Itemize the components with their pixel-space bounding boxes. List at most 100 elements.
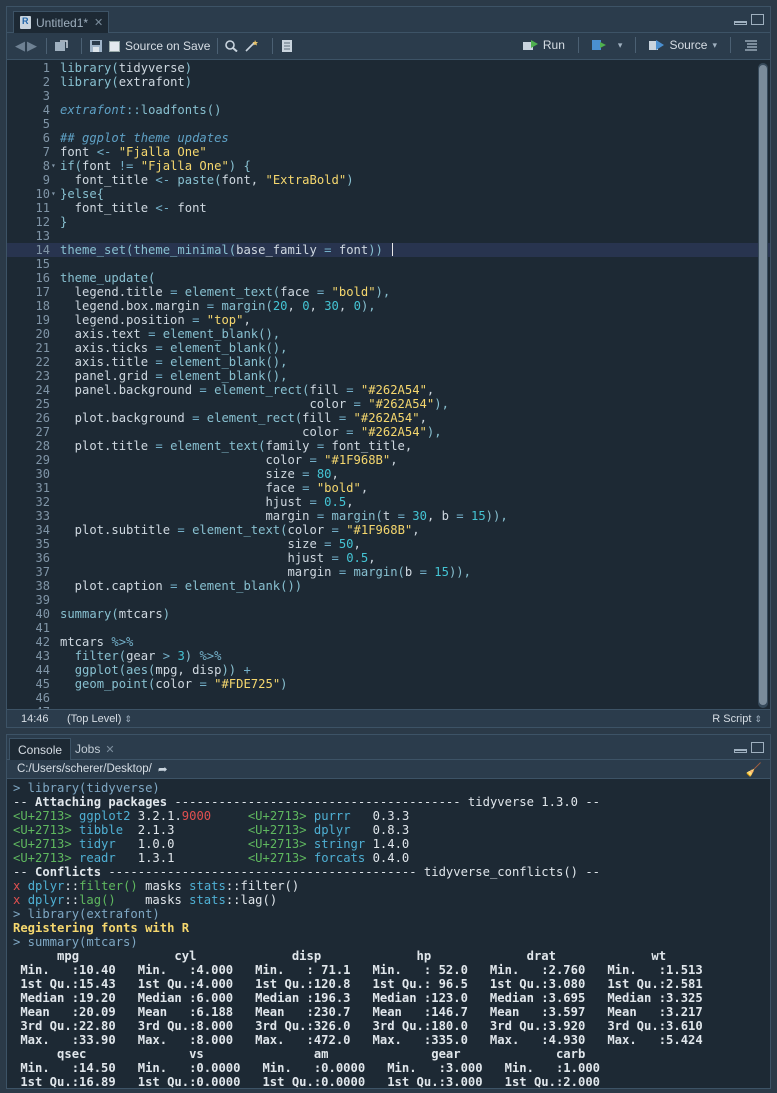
pane-controls — [734, 14, 764, 25]
console-line: -- Conflicts ---------------------------… — [13, 865, 601, 879]
compile-report-icon[interactable] — [280, 40, 294, 52]
toolbar-separator — [730, 37, 731, 53]
scrollbar-thumb[interactable] — [759, 65, 767, 705]
tab-console[interactable]: Console — [9, 738, 72, 760]
code-line[interactable]: 32 hjust = 0.5, — [7, 495, 770, 509]
line-number: 12 — [35, 215, 50, 229]
code-line[interactable]: 19 legend.position = "top", — [7, 313, 770, 327]
document-outline-icon[interactable] — [744, 39, 758, 51]
code-text: hjust = 0.5, — [60, 495, 354, 509]
code-line[interactable]: 38 plot.caption = element_blank()) — [7, 579, 770, 593]
code-line[interactable]: 11 font_title <- font — [7, 201, 770, 215]
file-type-label: R Script — [712, 712, 752, 725]
console-pane: Console Jobs ✕ C:/Users/scherer/Desktop/… — [6, 734, 771, 1089]
maximize-pane-icon[interactable] — [751, 14, 764, 25]
code-line[interactable]: 40 summary(mtcars) — [7, 607, 770, 621]
close-jobs-tab-icon[interactable]: ✕ — [105, 743, 114, 756]
code-line[interactable]: 43 filter(gear > 3) %>% — [7, 649, 770, 663]
line-number: 11 — [35, 201, 50, 215]
working-directory-path[interactable]: C:/Users/scherer/Desktop/ — [17, 763, 152, 775]
search-icon[interactable] — [225, 40, 239, 52]
code-line[interactable]: 10 ▾}else{ — [7, 187, 770, 201]
file-type-selector[interactable]: R Script ⇕ — [712, 713, 762, 725]
fold-toggle-icon[interactable]: ▾ — [51, 159, 56, 173]
tab-jobs[interactable]: Jobs ✕ — [67, 738, 123, 760]
code-line[interactable]: 46 — [7, 691, 770, 705]
code-line[interactable]: 6 ## ggplot theme updates — [7, 131, 770, 145]
code-line[interactable]: 5 — [7, 117, 770, 131]
source-button[interactable]: Source ▾ — [649, 38, 717, 52]
code-line[interactable]: 25 color = "#262A54"), — [7, 397, 770, 411]
console-line: 1st Qu.:15.43 1st Qu.:4.000 1st Qu.:120.… — [13, 977, 718, 991]
console-output[interactable]: > library(tidyverse) -- Attaching package… — [7, 780, 770, 1088]
code-line[interactable]: 12} — [7, 215, 770, 229]
rerun-icon[interactable] — [591, 39, 606, 51]
code-line[interactable]: 37 margin = margin(b = 15)), — [7, 565, 770, 579]
code-line[interactable]: 17 legend.title = element_text(face = "b… — [7, 285, 770, 299]
console-line: <U+2713> tidyr 1.0.0 <U+2713> stringr 1.… — [13, 837, 410, 851]
code-text: font_title <- paste(font, "ExtraBold") — [60, 173, 354, 187]
code-line[interactable]: 13 — [7, 229, 770, 243]
line-number: 28 — [35, 439, 50, 453]
code-line[interactable]: 42 mtcars %>% — [7, 635, 770, 649]
code-line[interactable]: 3 — [7, 89, 770, 103]
code-line[interactable]: 18 legend.box.margin = margin(20, 0, 30,… — [7, 299, 770, 313]
code-line[interactable]: 7 font <- "Fjalla One" — [7, 145, 770, 159]
code-line[interactable]: 9 font_title <- paste(font, "ExtraBold") — [7, 173, 770, 187]
code-line[interactable]: 34 plot.subtitle = element_text(color = … — [7, 523, 770, 537]
code-line[interactable]: 29 color = "#1F968B", — [7, 453, 770, 467]
code-line[interactable]: 24 panel.background = element_rect(fill … — [7, 383, 770, 397]
scope-selector[interactable]: (Top Level) ⇕ — [65, 713, 132, 725]
code-line[interactable]: 28 plot.title = element_text(family = fo… — [7, 439, 770, 453]
back-arrow-icon[interactable]: ◀ — [15, 38, 25, 54]
code-line[interactable]: 31 face = "bold", — [7, 481, 770, 495]
code-text: geom_point(color = "#FDE725") — [74, 677, 288, 691]
forward-arrow-icon[interactable]: ▶ — [27, 38, 37, 54]
code-line[interactable]: 26 plot.background = element_rect(fill =… — [7, 411, 770, 425]
run-button[interactable]: Run — [522, 38, 565, 52]
code-editor[interactable]: 1 library(tidyverse) 2 library(extrafont) 3 4… — [7, 61, 770, 710]
tab-title: Untitled1* — [36, 15, 89, 30]
code-line[interactable]: 8 ▾ if(font != "Fjalla One") { — [7, 159, 770, 173]
console-line: > summary(mtcars) — [13, 935, 138, 949]
code-line[interactable]: 39 — [7, 593, 770, 607]
code-line[interactable]: 41 — [7, 621, 770, 635]
close-tab-icon[interactable]: ✕ — [94, 16, 103, 29]
source-arrow-icon — [649, 40, 665, 50]
code-line[interactable]: 30 size = 80, — [7, 467, 770, 481]
code-line[interactable]: 33 margin = margin(t = 30, b = 15)), — [7, 509, 770, 523]
code-line[interactable]: 14 theme_set(theme_minimal(base_family = … — [7, 243, 770, 257]
code-line[interactable]: 16 theme_update( — [7, 271, 770, 285]
code-line[interactable]: 27 color = "#262A54"), — [7, 425, 770, 439]
rerun-dropdown-icon[interactable]: ▾ — [618, 40, 623, 51]
source-on-save-checkbox[interactable] — [109, 40, 120, 52]
code-line[interactable]: 23 panel.grid = element_blank(), — [7, 369, 770, 383]
source-dropdown-icon[interactable]: ▾ — [712, 40, 717, 51]
code-line[interactable]: 4 extrafont::loadfonts() — [7, 103, 770, 117]
code-line[interactable]: 22 axis.title = element_blank(), — [7, 355, 770, 369]
go-to-directory-icon[interactable]: ➦ — [158, 762, 168, 776]
clear-console-broom-icon[interactable]: 🧹 — [746, 762, 762, 778]
code-line[interactable]: 2 library(extrafont) — [7, 75, 770, 89]
code-line[interactable]: 1 library(tidyverse) — [7, 61, 770, 75]
editor-vertical-scrollbar[interactable] — [758, 63, 768, 708]
code-line[interactable]: 15 — [7, 257, 770, 271]
code-text: theme_set(theme_minimal(base_family = fo… — [60, 243, 394, 257]
tab-untitled1[interactable]: Untitled1* ✕ — [13, 11, 109, 33]
code-line[interactable]: 45 geom_point(color = "#FDE725") — [7, 677, 770, 691]
fold-toggle-icon[interactable]: ▾ — [51, 187, 56, 201]
code-text: panel.background = element_rect(fill = "… — [60, 383, 435, 397]
line-number: 45 — [35, 677, 50, 691]
code-line[interactable]: 20 axis.text = element_blank(), — [7, 327, 770, 341]
minimize-pane-icon[interactable] — [734, 749, 747, 753]
code-line[interactable]: 36 hjust = 0.5, — [7, 551, 770, 565]
code-line[interactable]: 35 size = 50, — [7, 537, 770, 551]
save-icon[interactable] — [89, 40, 103, 52]
console-line: Min. :10.40 Min. :4.000 Min. : 71.1 Min.… — [13, 963, 718, 977]
code-tools-wand-icon[interactable] — [245, 40, 259, 52]
code-line[interactable]: 44 ggplot(aes(mpg, disp)) + — [7, 663, 770, 677]
minimize-pane-icon[interactable] — [734, 21, 747, 25]
code-line[interactable]: 21 axis.ticks = element_blank(), — [7, 341, 770, 355]
maximize-pane-icon[interactable] — [751, 742, 764, 753]
show-in-window-icon[interactable] — [54, 40, 68, 52]
